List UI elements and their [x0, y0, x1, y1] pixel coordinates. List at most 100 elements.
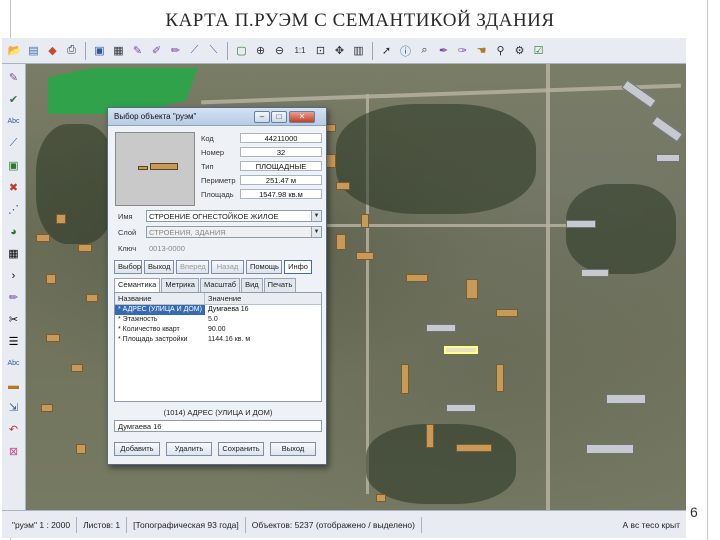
- key-field[interactable]: 0013-0000: [146, 242, 246, 254]
- arrow-icon[interactable]: ›: [5, 266, 23, 285]
- cursor-icon[interactable]: ➚: [378, 42, 395, 60]
- name-combobox[interactable]: СТРОЕНИЕ ОГНЕСТОЙКОЕ ЖИЛОЕ ▼: [146, 210, 322, 222]
- select-button[interactable]: Выбор: [114, 260, 142, 274]
- table-row[interactable]: * Количество кварт 90.00: [115, 325, 321, 335]
- dialog-exit-button[interactable]: Выход: [270, 442, 316, 456]
- pencil-icon[interactable]: ✏: [5, 288, 23, 307]
- dialog-titlebar[interactable]: Выбор объекта "руэм" – □ ✕: [108, 108, 326, 126]
- building[interactable]: [496, 364, 504, 392]
- building[interactable]: [336, 182, 350, 190]
- table-row[interactable]: * АДРЕС (УЛИЦА И ДОМ) Думгаева 16: [115, 305, 321, 315]
- check-icon[interactable]: ☑: [530, 42, 547, 60]
- settings-icon[interactable]: ⚙: [511, 42, 528, 60]
- building[interactable]: [356, 252, 374, 260]
- exit-button[interactable]: Выход: [144, 260, 174, 274]
- forward-button[interactable]: Вперед: [176, 260, 209, 274]
- building[interactable]: [326, 124, 336, 132]
- semantic-value-input[interactable]: Думгаева 16: [114, 420, 322, 432]
- help-button[interactable]: Помощь: [246, 260, 282, 274]
- building[interactable]: [46, 274, 56, 284]
- ruler-icon[interactable]: ⟋: [186, 42, 203, 60]
- zoom-fit-icon[interactable]: ⊡: [312, 42, 329, 60]
- pen-icon[interactable]: ✎: [5, 68, 23, 87]
- selected-building[interactable]: [444, 346, 478, 354]
- close-button[interactable]: ✕: [289, 111, 315, 123]
- circle-icon[interactable]: ◕: [5, 222, 23, 241]
- building[interactable]: [446, 404, 476, 412]
- chevron-down-icon[interactable]: ▼: [311, 211, 321, 221]
- building[interactable]: [581, 269, 609, 277]
- list-icon[interactable]: ☰: [5, 332, 23, 351]
- move-icon[interactable]: ⇲: [5, 398, 23, 417]
- polyline-icon[interactable]: ⟋: [5, 134, 23, 153]
- tab-metrics[interactable]: Метрика: [161, 278, 199, 292]
- building[interactable]: [586, 444, 634, 454]
- layer-combobox[interactable]: СТРОЕНИЯ, ЗДАНИЯ ▼: [146, 226, 322, 238]
- column-header-value[interactable]: Значение: [205, 293, 241, 304]
- palette-icon[interactable]: ◆: [44, 42, 61, 60]
- table-row[interactable]: * Площадь застройки 1144.16 кв. м: [115, 335, 321, 345]
- info-button[interactable]: Инфо: [284, 260, 312, 274]
- layers-icon[interactable]: ▤: [25, 42, 42, 60]
- zoom-in-icon[interactable]: ⊕: [252, 42, 269, 60]
- table-row[interactable]: * Этажность 5.0: [115, 315, 321, 325]
- measure-icon[interactable]: ⟍: [205, 42, 222, 60]
- grid-icon[interactable]: ▥: [350, 42, 367, 60]
- minimize-button[interactable]: –: [254, 111, 270, 123]
- building[interactable]: [606, 394, 646, 404]
- scissors-icon[interactable]: ✂: [5, 310, 23, 329]
- back-button[interactable]: Назад: [211, 260, 244, 274]
- tab-print[interactable]: Печать: [263, 278, 297, 292]
- search-icon[interactable]: ⌕: [416, 42, 433, 60]
- node-icon[interactable]: ⋰: [5, 200, 23, 219]
- zoom-out-icon[interactable]: ⊖: [271, 42, 288, 60]
- building[interactable]: [41, 404, 53, 412]
- building[interactable]: [466, 279, 478, 299]
- building[interactable]: [401, 364, 409, 394]
- grid-icon[interactable]: ▦: [5, 244, 23, 263]
- building[interactable]: [406, 274, 428, 282]
- check-icon[interactable]: ✔: [5, 90, 23, 109]
- delete-icon[interactable]: ⊠: [5, 442, 23, 461]
- select-icon[interactable]: ▢: [233, 42, 250, 60]
- pan-icon[interactable]: ✥: [331, 42, 348, 60]
- building[interactable]: [361, 214, 369, 228]
- line-icon[interactable]: ▬: [5, 376, 23, 395]
- building[interactable]: [76, 444, 86, 454]
- column-header-name[interactable]: Название: [115, 293, 205, 304]
- text-abc-icon[interactable]: Abc: [5, 112, 23, 131]
- save-icon[interactable]: ▣: [91, 42, 108, 60]
- building[interactable]: [71, 364, 83, 372]
- hand-icon[interactable]: ☚: [473, 42, 490, 60]
- folder-open-icon[interactable]: 📂: [6, 42, 23, 60]
- maximize-button[interactable]: □: [271, 111, 287, 123]
- undo-icon[interactable]: ↶: [5, 420, 23, 439]
- print-icon[interactable]: ⎙: [63, 42, 80, 60]
- building[interactable]: [566, 220, 596, 228]
- highlight-icon[interactable]: ✒: [435, 42, 452, 60]
- building[interactable]: [651, 115, 683, 143]
- tab-semantics[interactable]: Семантика: [114, 278, 161, 292]
- brush-icon[interactable]: ✏: [167, 42, 184, 60]
- building[interactable]: [56, 214, 66, 224]
- building[interactable]: [336, 234, 346, 250]
- chevron-down-icon[interactable]: ▼: [311, 227, 321, 237]
- text-abc-icon[interactable]: Abc: [5, 354, 23, 373]
- scale-1-1-icon[interactable]: 1:1: [290, 42, 310, 60]
- add-button[interactable]: Добавить: [114, 442, 160, 456]
- semantics-table[interactable]: Название Значение * АДРЕС (УЛИЦА И ДОМ) …: [114, 292, 322, 402]
- building[interactable]: [456, 444, 492, 452]
- building[interactable]: [426, 424, 434, 448]
- building[interactable]: [326, 154, 336, 168]
- building[interactable]: [426, 324, 456, 332]
- table-icon[interactable]: ▦: [110, 42, 127, 60]
- building[interactable]: [376, 494, 386, 502]
- close-x-icon[interactable]: ✖: [5, 178, 23, 197]
- info-icon[interactable]: ⓘ: [397, 42, 414, 60]
- building[interactable]: [36, 234, 50, 242]
- building[interactable]: [46, 334, 60, 342]
- building[interactable]: [656, 154, 680, 162]
- clip-icon[interactable]: ⚲: [492, 42, 509, 60]
- rectangle-icon[interactable]: ▣: [5, 156, 23, 175]
- building[interactable]: [496, 309, 518, 317]
